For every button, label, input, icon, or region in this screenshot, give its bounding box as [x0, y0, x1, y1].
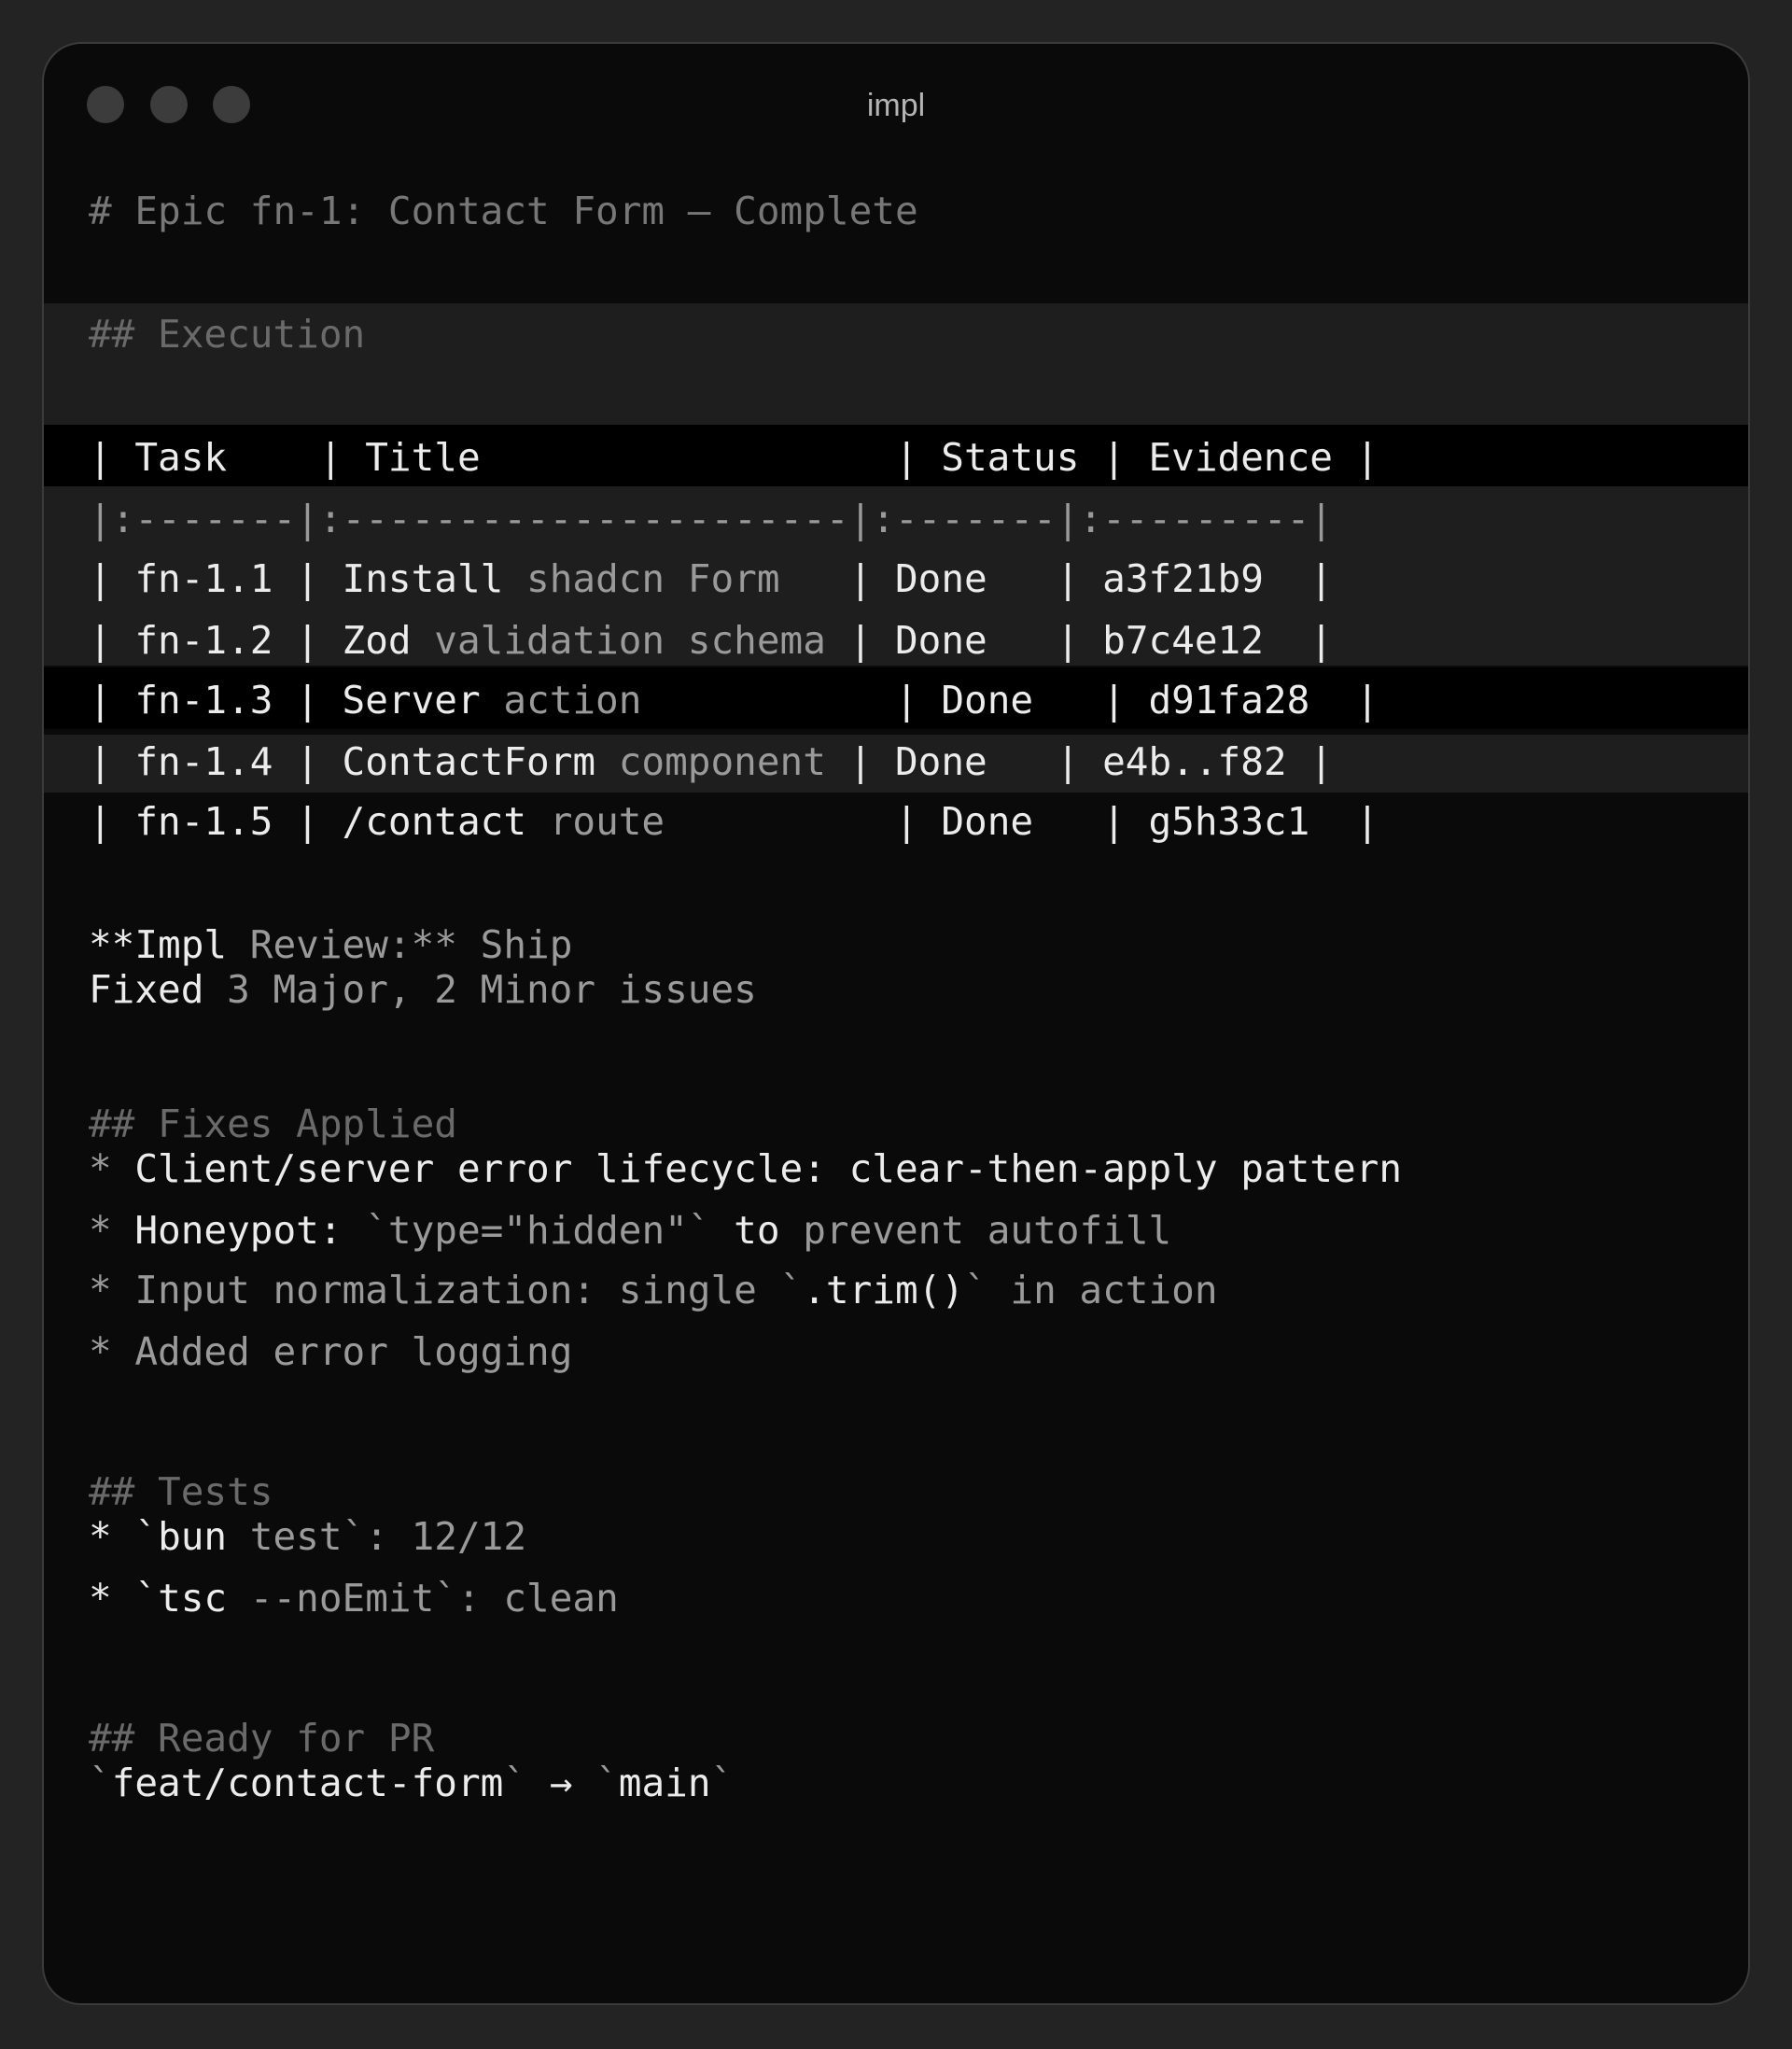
pr-branch-line: `feat/contact-form` → `main`: [89, 1761, 735, 1805]
table-row: | fn-1.1 | Install shadcn Form | Done | …: [89, 556, 1333, 601]
table-separator-row: |:-------|:----------------------|:-----…: [89, 497, 1333, 541]
fixed-issues-line: Fixed 3 Major, 2 Minor issues: [89, 967, 757, 1012]
table-row: | fn-1.3 | Server action | Done | d91fa2…: [89, 678, 1379, 723]
execution-heading: ## Execution: [89, 312, 366, 357]
epic-heading: # Epic fn-1: Contact Form — Complete: [89, 189, 918, 233]
arrow-icon: →: [549, 1761, 573, 1805]
list-item: * Client/server error lifecycle: clear-t…: [89, 1146, 1402, 1191]
table-header-row: | Task | Title | Status | Evidence |: [89, 435, 1379, 480]
table-row: | fn-1.4 | ContactForm component | Done …: [89, 739, 1333, 784]
table-row: | fn-1.2 | Zod validation schema | Done …: [89, 618, 1333, 663]
list-item: * Input normalization: single `.trim()` …: [89, 1268, 1218, 1312]
list-item: * `bun test`: 12/12: [89, 1514, 527, 1559]
terminal-window: impl # Epic fn-1: Contact Form — Complet…: [42, 42, 1750, 2005]
list-item: * Added error logging: [89, 1329, 573, 1374]
document-content: # Epic fn-1: Contact Form — Complete ## …: [44, 44, 1748, 1805]
list-item: * `tsc --noEmit`: clean: [89, 1576, 619, 1621]
list-item: * Honeypot: `type="hidden"` to prevent a…: [89, 1208, 1172, 1253]
table-row: | fn-1.5 | /contact route | Done | g5h33…: [89, 799, 1379, 844]
